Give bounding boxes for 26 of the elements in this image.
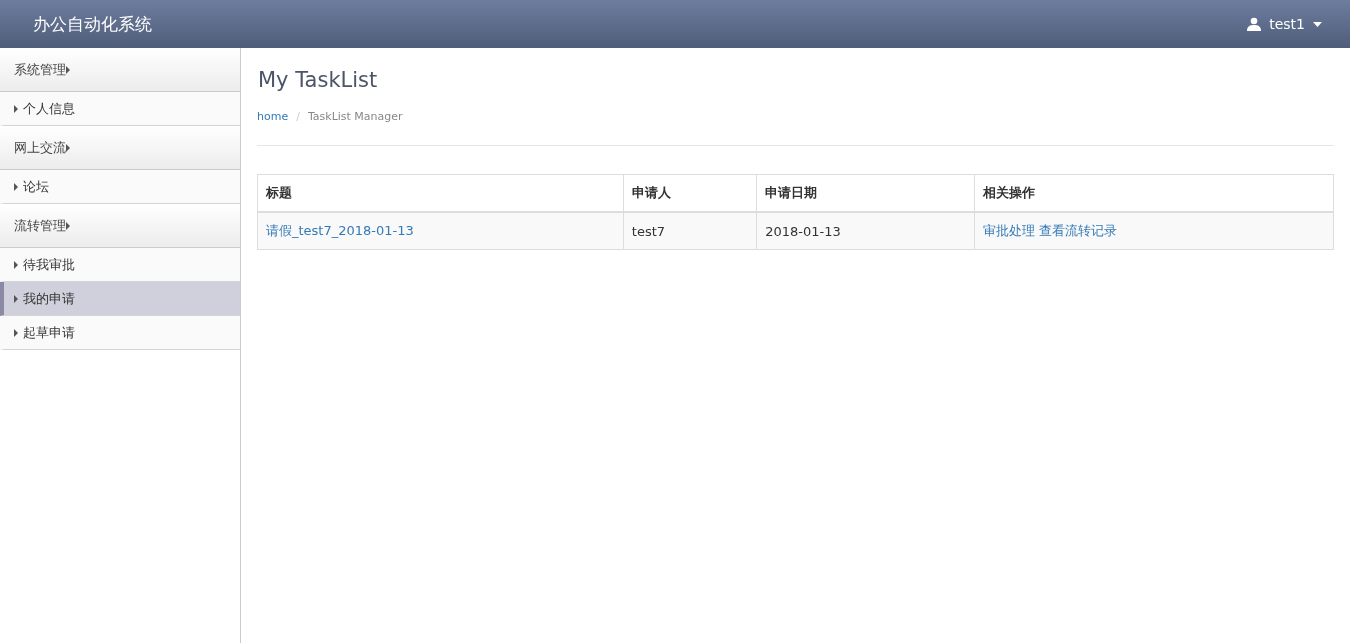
caret-right-icon	[14, 260, 18, 269]
action-link[interactable]: 审批处理	[982, 223, 1035, 238]
sidebar-item[interactable]: 论坛	[0, 170, 240, 204]
breadcrumb-current: TaskList Manager	[307, 110, 403, 123]
breadcrumb-separator: /	[296, 110, 300, 123]
table-cell: test7	[623, 212, 757, 250]
page-title: My TaskList	[258, 68, 379, 92]
caret-right-icon	[14, 104, 18, 113]
table-cell: 2018-01-13	[756, 212, 975, 250]
user-menu[interactable]: test1	[1247, 16, 1322, 32]
app-title[interactable]: 办公自动化系统	[33, 12, 152, 36]
action-link[interactable]: 查看流转记录	[1038, 223, 1117, 238]
caret-right-icon	[66, 143, 70, 152]
user-icon	[1247, 17, 1262, 31]
sidebar-item[interactable]: 个人信息	[0, 92, 240, 126]
sidebar-item[interactable]: 我的申请	[0, 282, 240, 316]
sidebar-item[interactable]: 起草申请	[0, 316, 240, 350]
breadcrumb-link[interactable]: home	[257, 110, 289, 123]
caret-right-icon	[14, 182, 18, 191]
caret-right-icon	[66, 221, 70, 230]
caret-right-icon	[14, 328, 18, 337]
caret-right-icon	[14, 294, 18, 303]
caret-icon	[1313, 21, 1322, 27]
sidebar-item[interactable]: 待我审批	[0, 248, 240, 282]
caret-right-icon	[66, 65, 70, 74]
task-title-link[interactable]: 请假_test7_2018-01-13	[266, 223, 414, 238]
